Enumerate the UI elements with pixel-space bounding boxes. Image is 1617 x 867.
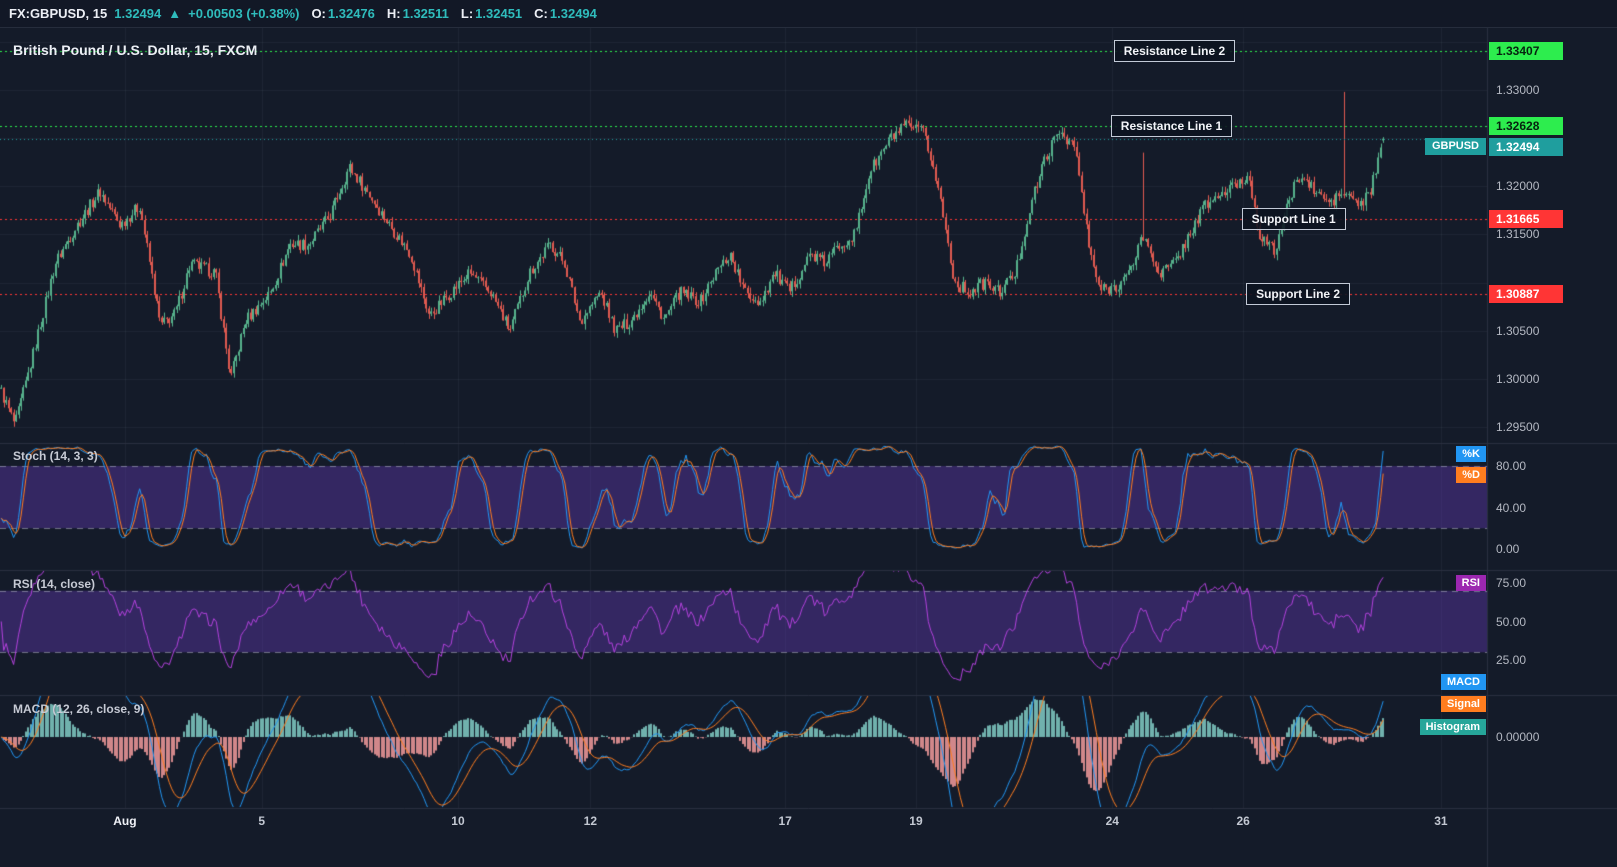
high-price: 1.32511 (402, 6, 449, 21)
chart-overlay: British Pound / U.S. Dollar, 15, FXCM St… (0, 28, 1617, 867)
rsi-pane-title[interactable]: RSI (14, close) (13, 577, 95, 591)
last-price: 1.32494 (114, 6, 162, 21)
level-price-tag[interactable]: 1.31665 (1489, 209, 1563, 228)
open-value: O: 1.32476 (311, 6, 374, 21)
line-label[interactable]: Support Line 2 (1246, 282, 1351, 305)
indicator-tag[interactable]: Signal (1440, 696, 1486, 712)
symbol-title[interactable]: FX:GBPUSD, 15 (9, 6, 107, 21)
stoch-axis-label: 80.00 (1496, 459, 1527, 473)
rsi-axis-label: 50.00 (1496, 614, 1527, 629)
chart-legend-title[interactable]: British Pound / U.S. Dollar, 15, FXCM (13, 42, 257, 58)
change-up-arrow-icon: ▲ (168, 6, 182, 21)
close-price: 1.32494 (549, 6, 597, 21)
chart-area: British Pound / U.S. Dollar, 15, FXCM St… (0, 28, 1617, 867)
time-axis[interactable] (0, 809, 1487, 867)
low-label: L: (460, 6, 474, 21)
symbol-price-tag[interactable]: GBPUSD (1424, 137, 1486, 155)
chart-window: FX:GBPUSD, 15 1.32494 ▲ +0.00503 (+0.38%… (0, 0, 1617, 867)
open-price: 1.32476 (327, 6, 375, 21)
price-change: +0.00503 (+0.38%) (188, 6, 300, 21)
current-price-tag[interactable]: 1.32494 (1489, 137, 1563, 156)
time-axis-label: 31 (1434, 814, 1448, 828)
price-axis-label: 1.30000 (1496, 371, 1540, 386)
high-value: H: 1.32511 (387, 6, 449, 21)
time-axis-label: 26 (1236, 814, 1250, 828)
stoch-axis-label: 40.00 (1496, 500, 1527, 515)
price-axis-label: 1.31500 (1496, 227, 1540, 242)
price-axis-label: 1.33000 (1496, 83, 1540, 97)
line-label[interactable]: Resistance Line 1 (1110, 114, 1233, 137)
low-value: L: 1.32451 (461, 6, 522, 21)
macd-axis-label: 0.00000 (1496, 730, 1540, 744)
close-value: C: 1.32494 (534, 6, 597, 21)
time-axis-label: Aug (113, 814, 137, 828)
level-price-tag[interactable]: 1.32628 (1489, 116, 1563, 135)
price-axis-label: 1.30500 (1496, 323, 1540, 338)
line-label[interactable]: Resistance Line 2 (1113, 39, 1236, 62)
rsi-axis-label: 75.00 (1496, 576, 1527, 590)
symbol-info-bar: FX:GBPUSD, 15 1.32494 ▲ +0.00503 (+0.38%… (0, 0, 1617, 28)
level-price-tag[interactable]: 1.30887 (1489, 284, 1563, 303)
time-axis-label: 17 (778, 814, 792, 828)
indicator-tag[interactable]: MACD (1441, 674, 1486, 690)
time-axis-label: 19 (909, 814, 923, 828)
high-label: H: (386, 6, 401, 21)
level-price-tag[interactable]: 1.33407 (1489, 41, 1563, 60)
indicator-tag[interactable]: %D (1456, 467, 1486, 483)
open-label: O: (311, 6, 326, 21)
low-price: 1.32451 (475, 6, 523, 21)
price-axis-label: 1.32000 (1496, 179, 1540, 194)
macd-pane-title[interactable]: MACD (12, 26, close, 9) (13, 702, 144, 716)
indicator-tag[interactable]: Histogram (1419, 719, 1486, 735)
stoch-axis-label: 0.00 (1496, 542, 1520, 556)
price-axis-label: 1.29500 (1496, 420, 1540, 435)
stoch-pane-title[interactable]: Stoch (14, 3, 3) (13, 449, 98, 463)
indicator-tag[interactable]: %K (1456, 446, 1486, 462)
time-axis-label: 12 (583, 814, 598, 828)
time-axis-label: 24 (1105, 814, 1119, 828)
close-label: C: (534, 6, 548, 21)
line-label[interactable]: Support Line 1 (1241, 207, 1346, 230)
time-axis-label: 10 (451, 814, 465, 828)
time-axis-label: 5 (258, 814, 266, 828)
indicator-tag[interactable]: RSI (1455, 575, 1486, 591)
rsi-axis-label: 25.00 (1496, 653, 1527, 667)
